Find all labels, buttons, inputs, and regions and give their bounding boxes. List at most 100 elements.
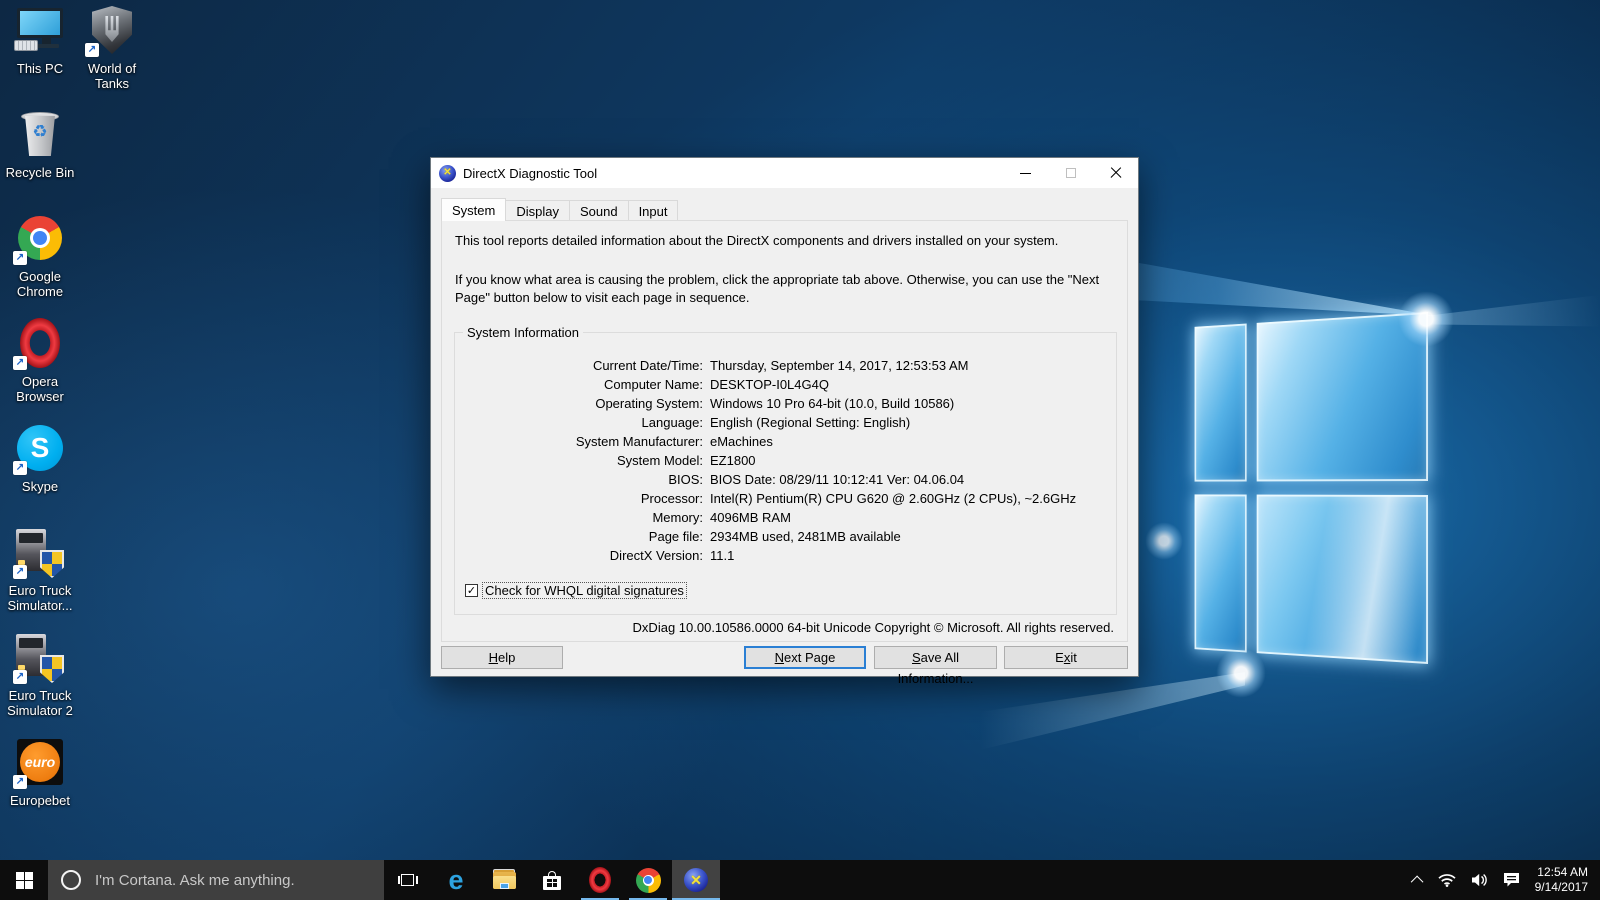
euro-truck-simulator-2-icon: ↗ bbox=[13, 631, 66, 684]
recycle-bin-icon: ♻ bbox=[14, 108, 66, 160]
wallpaper-flare bbox=[1145, 522, 1183, 560]
wallpaper-flare bbox=[1216, 648, 1266, 698]
tab-bar: System Display Sound Input bbox=[441, 198, 679, 221]
dxdiag-version-status: DxDiag 10.00.10586.0000 64-bit Unicode C… bbox=[632, 620, 1114, 635]
cortana-search-box[interactable]: I'm Cortana. Ask me anything. bbox=[48, 860, 384, 900]
info-value: 11.1 bbox=[710, 548, 735, 563]
system-info-row: Current Date/Time: Thursday, September 14… bbox=[455, 356, 1110, 375]
world-of-tanks-icon: ↗ bbox=[85, 4, 138, 57]
system-info-row: Language: English (Regional Setting: Engl… bbox=[455, 413, 1110, 432]
dxdiag-window: ✕ DirectX Diagnostic Tool System Display… bbox=[430, 157, 1139, 686]
file-explorer-icon bbox=[492, 868, 516, 889]
opera-icon: ↗ bbox=[13, 317, 66, 370]
desktop-icon-opera-browser[interactable]: ↗ Opera Browser bbox=[0, 317, 80, 404]
info-label: Processor: bbox=[640, 491, 703, 506]
taskbar-opera[interactable] bbox=[576, 860, 624, 900]
info-label: Page file: bbox=[648, 529, 703, 544]
intro-text-2: If you know what area is causing the pro… bbox=[455, 272, 1100, 305]
desktop-icon-euro-truck-simulator-2[interactable]: ↗ Euro Truck Simulator 2 bbox=[0, 631, 80, 718]
dxdiag-icon: ✕ bbox=[684, 868, 708, 892]
action-center-icon[interactable] bbox=[1503, 872, 1520, 888]
volume-icon[interactable] bbox=[1471, 873, 1488, 887]
desktop-icon-label: Skype bbox=[21, 479, 59, 494]
maximize-button bbox=[1048, 158, 1093, 188]
tab-system[interactable]: System bbox=[441, 198, 507, 221]
cortana-icon bbox=[61, 870, 81, 890]
desktop-icon-label: Opera Browser bbox=[16, 374, 64, 404]
search-placeholder: I'm Cortana. Ask me anything. bbox=[95, 871, 295, 889]
show-hidden-icons-chevron[interactable] bbox=[1410, 875, 1424, 888]
hero-pane bbox=[1194, 323, 1247, 482]
wifi-icon[interactable] bbox=[1438, 873, 1456, 887]
desktop-icon-recycle-bin[interactable]: ♻ Recycle Bin bbox=[0, 108, 80, 180]
desktop-icon-google-chrome[interactable]: ↗ Google Chrome bbox=[0, 212, 80, 299]
system-info-row: Memory: 4096MB RAM bbox=[455, 508, 1110, 527]
recycle-glyph-icon: ♻ bbox=[32, 122, 48, 141]
whql-checkbox[interactable]: ✓ bbox=[465, 584, 478, 597]
taskbar-file-explorer[interactable] bbox=[480, 860, 528, 900]
desktop-icon-label: Google Chrome bbox=[16, 269, 64, 299]
help-button[interactable]: Help bbox=[441, 646, 563, 669]
info-label: DirectX Version: bbox=[609, 548, 703, 563]
info-value: Thursday, September 14, 2017, 12:53:53 A… bbox=[710, 358, 969, 373]
taskbar-chrome[interactable] bbox=[624, 860, 672, 900]
shortcut-arrow-icon: ↗ bbox=[13, 461, 27, 475]
desktop: This PC ↗ World of Tanks ♻ Recycle Bin ↗… bbox=[0, 0, 1600, 900]
info-value: 4096MB RAM bbox=[710, 510, 791, 525]
windows-hero-logo bbox=[1194, 312, 1428, 664]
taskbar: I'm Cortana. Ask me anything. e ✕ 12:54 … bbox=[0, 860, 1600, 900]
close-button[interactable] bbox=[1093, 158, 1138, 188]
desktop-icon-label: Euro Truck Simulator 2 bbox=[7, 688, 73, 718]
taskbar-edge[interactable]: e bbox=[432, 860, 480, 900]
shortcut-arrow-icon: ↗ bbox=[85, 43, 99, 57]
desktop-icon-world-of-tanks[interactable]: ↗ World of Tanks bbox=[72, 4, 152, 91]
shortcut-arrow-icon: ↗ bbox=[13, 670, 27, 684]
taskbar-store[interactable] bbox=[528, 860, 576, 900]
system-info-row: Operating System: Windows 10 Pro 64-bit (… bbox=[455, 394, 1110, 413]
minimize-button[interactable] bbox=[1003, 158, 1048, 188]
info-label: BIOS: bbox=[668, 472, 703, 487]
shortcut-arrow-icon: ↗ bbox=[13, 251, 27, 265]
info-value: English (Regional Setting: English) bbox=[710, 415, 911, 430]
info-value: Windows 10 Pro 64-bit (10.0, Build 10586… bbox=[710, 396, 955, 411]
desktop-icon-euro-truck-simulator[interactable]: ↗ Euro Truck Simulator... bbox=[0, 526, 80, 613]
info-label: System Model: bbox=[617, 453, 703, 468]
taskbar-dxdiag[interactable]: ✕ bbox=[672, 860, 720, 900]
edge-icon: e bbox=[448, 864, 464, 895]
exit-button[interactable]: Exit bbox=[1004, 646, 1128, 669]
whql-checkbox-label[interactable]: Check for WHQL digital signatures bbox=[482, 582, 687, 599]
info-value: DESKTOP-I0L4G4Q bbox=[710, 377, 829, 392]
store-icon bbox=[542, 870, 562, 890]
next-page-button[interactable]: Next Page bbox=[744, 646, 866, 669]
taskbar-clock[interactable]: 12:54 AM 9/14/2017 bbox=[1535, 865, 1588, 895]
system-information-group: System Information Current Date/Time: Thu… bbox=[454, 325, 1117, 615]
tab-sound[interactable]: Sound bbox=[568, 200, 629, 220]
system-tab-page: This tool reports detailed information a… bbox=[441, 220, 1128, 642]
task-view-button[interactable] bbox=[384, 860, 432, 900]
desktop-icon-label: World of Tanks bbox=[87, 61, 137, 91]
desktop-icon-skype[interactable]: S ↗ Skype bbox=[0, 422, 80, 494]
desktop-icon-this-pc[interactable]: This PC bbox=[0, 4, 80, 76]
info-label: Current Date/Time: bbox=[592, 358, 703, 373]
tab-input[interactable]: Input bbox=[627, 200, 679, 220]
system-info-row: BIOS: BIOS Date: 08/29/11 10:12:41 Ver: 0… bbox=[455, 470, 1110, 489]
system-info-row: Processor: Intel(R) Pentium(R) CPU G620 @… bbox=[455, 489, 1110, 508]
info-label: Language: bbox=[641, 415, 703, 430]
windows-logo-icon bbox=[15, 871, 33, 889]
window-titlebar[interactable]: ✕ DirectX Diagnostic Tool bbox=[431, 158, 1138, 188]
desktop-icon-label: Euro Truck Simulator... bbox=[7, 583, 73, 613]
system-info-row: System Model: EZ1800 bbox=[455, 451, 1110, 470]
desktop-icon-label: Recycle Bin bbox=[5, 165, 75, 180]
whql-checkbox-row: ✓ Check for WHQL digital signatures bbox=[465, 582, 687, 599]
info-value: BIOS Date: 08/29/11 10:12:41 Ver: 04.06.… bbox=[710, 472, 965, 487]
tab-display[interactable]: Display bbox=[505, 200, 570, 220]
desktop-icon-europebet[interactable]: euro ↗ Europebet bbox=[0, 736, 80, 808]
info-value: EZ1800 bbox=[710, 453, 756, 468]
hero-pane bbox=[1256, 312, 1428, 482]
info-label: Operating System: bbox=[595, 396, 703, 411]
intro-text-1: This tool reports detailed information a… bbox=[455, 233, 1059, 248]
save-all-information-button[interactable]: Save All Information... bbox=[874, 646, 997, 686]
system-info-rows: Current Date/Time: Thursday, September 14… bbox=[455, 356, 1110, 565]
clock-time: 12:54 AM bbox=[1537, 865, 1588, 879]
start-button[interactable] bbox=[0, 860, 48, 900]
